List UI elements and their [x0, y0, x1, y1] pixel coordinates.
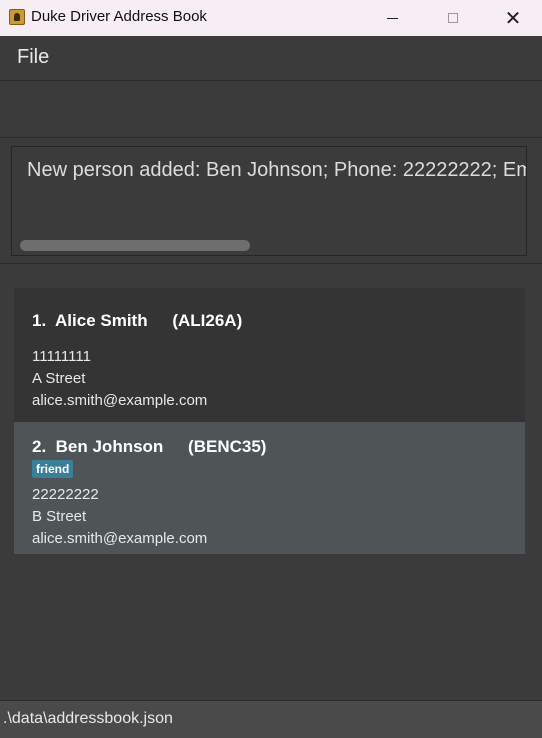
- horizontal-scrollbar[interactable]: [20, 240, 250, 251]
- minimize-icon: [386, 17, 398, 19]
- person-index: 1.: [32, 311, 47, 330]
- person-list: 1. Alice Smith (ALI26A) 11111111 A Stree…: [0, 278, 542, 700]
- person-index: 2.: [32, 437, 47, 456]
- result-display-panel: New person added: Ben Johnson; Phone: 22…: [0, 138, 542, 264]
- maximize-button[interactable]: [430, 0, 476, 36]
- person-header: 1. Alice Smith (ALI26A): [32, 311, 242, 331]
- minimize-button[interactable]: [369, 0, 415, 36]
- person-email: alice.smith@example.com: [32, 530, 208, 547]
- title-bar: Duke Driver Address Book ✕: [0, 0, 542, 36]
- person-card-selected[interactable]: 2. Ben Johnson (BENC35) friend 22222222 …: [14, 422, 525, 554]
- person-phone: 11111111: [32, 348, 91, 365]
- person-id: (ALI26A): [172, 311, 243, 330]
- person-id: (BENC35): [188, 437, 267, 456]
- person-header: 2. Ben Johnson (BENC35): [32, 437, 266, 457]
- save-file-path: .\data\addressbook.json: [3, 710, 173, 727]
- close-icon: ✕: [504, 6, 522, 30]
- person-email: alice.smith@example.com: [32, 392, 208, 409]
- command-box: [0, 81, 542, 138]
- person-phone: 22222222: [32, 486, 99, 503]
- command-input[interactable]: [0, 81, 542, 137]
- person-address: B Street: [32, 508, 87, 525]
- person-address: A Street: [32, 370, 86, 387]
- person-name: Alice Smith: [55, 311, 148, 330]
- tag-badge: friend: [32, 460, 74, 478]
- result-display: New person added: Ben Johnson; Phone: 22…: [11, 146, 527, 256]
- window-title: Duke Driver Address Book: [31, 8, 207, 25]
- menu-bar: File: [0, 36, 542, 81]
- menu-file[interactable]: File: [17, 46, 49, 69]
- result-text: New person added: Ben Johnson; Phone: 22…: [27, 159, 526, 181]
- maximize-icon: [448, 13, 458, 23]
- status-bar: .\data\addressbook.json: [0, 700, 542, 738]
- close-button[interactable]: ✕: [490, 0, 536, 36]
- person-name: Ben Johnson: [55, 437, 164, 456]
- person-card[interactable]: 1. Alice Smith (ALI26A) 11111111 A Stree…: [14, 288, 525, 422]
- address-book-icon: [9, 9, 25, 25]
